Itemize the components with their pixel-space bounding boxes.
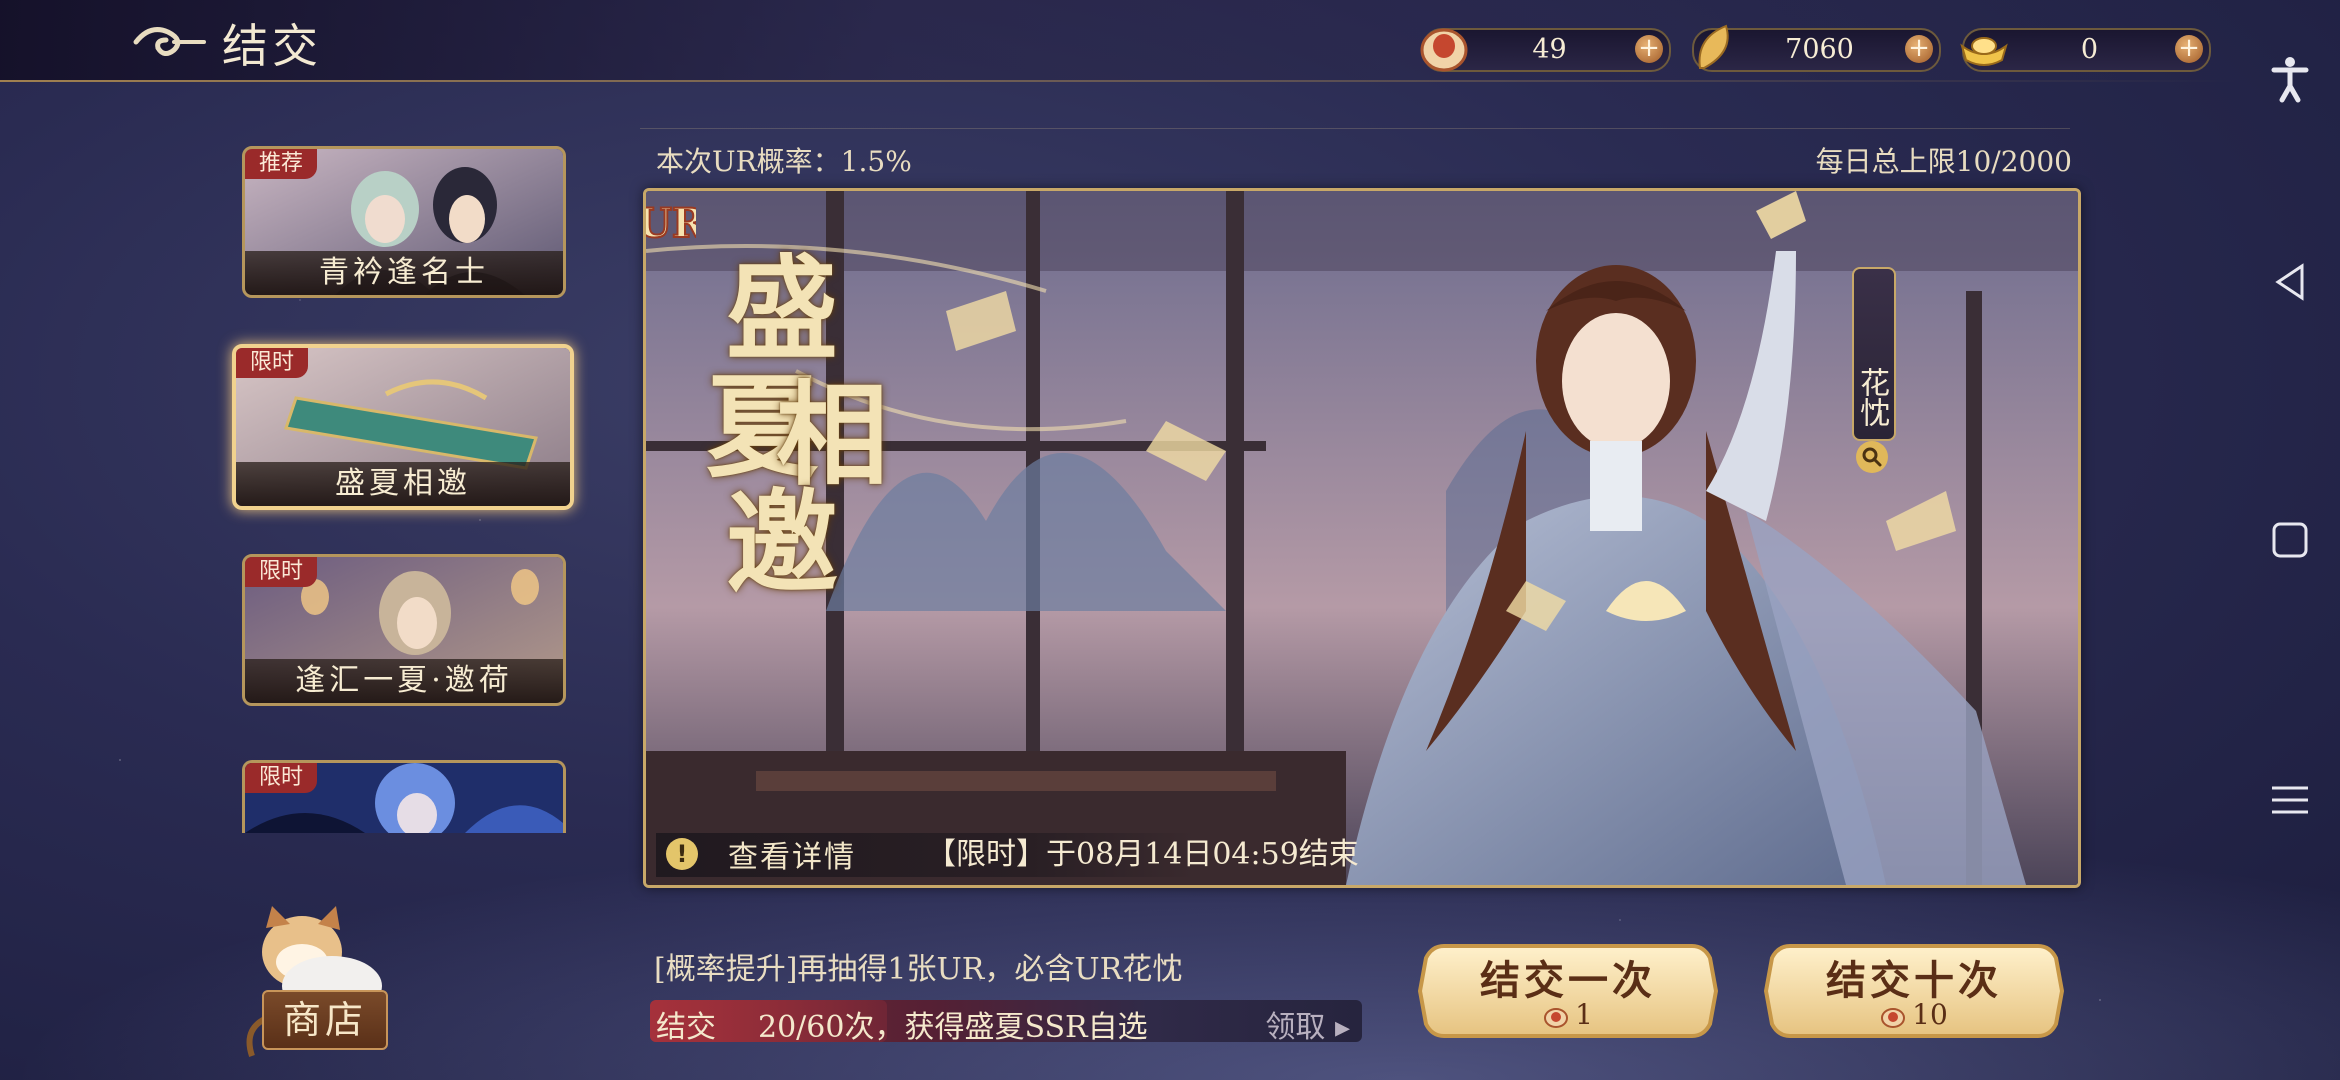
banner-label: 盛夏相邀 [236,462,570,506]
event-title: 盛 夏 相 邀 [706,244,926,609]
peach-token-icon [1420,28,1468,72]
daily-limit-text: 每日总上限10/2000 [1815,145,2072,178]
add-gold-leaf-button[interactable]: + [1905,35,1933,63]
system-nav-bar [2240,0,2340,1080]
ur-badge-text: UR [646,200,696,247]
claim-label: 领取 [1265,1010,1326,1045]
banner-limited-blue[interactable]: 限时 [242,760,566,833]
peach-token-icon [1881,1007,1906,1028]
pull-ten-button[interactable]: 结交十次 10 [1764,940,2064,1042]
banner-tag: 限时 [236,348,309,378]
currency-value: 49 [1532,34,1567,65]
page-title: 结交 [222,19,322,73]
info-exclamation-icon: ! [666,838,698,870]
character-name: 花忱 [1854,287,1890,427]
banner-label: 逢汇一夏·邀荷 [245,659,563,703]
banner-recommended[interactable]: 推荐 青衿逢名士 [242,146,566,298]
nav-menu-icon[interactable] [2262,772,2318,828]
accessibility-icon[interactable] [2262,50,2318,106]
currency-value: 7060 [1785,34,1854,65]
add-gold-ingot-button[interactable]: + [2175,35,2203,63]
info-divider [640,128,2070,129]
event-title-char: 邀 [726,478,838,609]
header-divider [0,80,2240,82]
pull-once-button[interactable]: 结交一次 1 [1418,940,1718,1042]
zoom-search-icon[interactable] [1856,441,1888,473]
ur-rate-text: 本次UR概率：1.5% [656,145,912,178]
currency-peach-token: 49 + [1420,28,1671,72]
pull-progress-bar: 结交 20/60次，获得盛夏SSR自选 领取 ▸ [650,1000,1362,1045]
currency-gold-ingot: 0 + [1960,28,2211,72]
pull-once-cost: 1 [1418,998,1718,1031]
nav-home-icon[interactable] [2262,512,2318,568]
banner-summer-lotus[interactable]: 限时 逢汇一夏·邀荷 [242,554,566,706]
gold-leaf-icon [1698,24,1729,69]
add-peach-token-button[interactable]: + [1635,35,1663,63]
nav-back-icon[interactable] [2262,254,2318,310]
pull-once-cost-value: 1 [1575,998,1593,1031]
shop-label: 商店 [262,990,388,1050]
event-art-panel: 盛 夏 相 邀 UR 花忱 ! 查看详情 【限时】于08月14日04:59结束 [643,188,2081,888]
view-details-label: 查看详情 [728,840,856,875]
currency-gold-leaf: 7060 + [1692,24,1941,72]
rate-up-text: [概率提升]再抽得1张UR，必含UR花忱 [654,952,1183,987]
progress-label: 结交 [656,1010,716,1045]
back-swirl-icon[interactable] [128,18,208,64]
ur-rarity-badge: UR [646,199,696,248]
banner-tag: 限时 [245,557,318,587]
currency-value: 0 [2080,34,2099,65]
banner-tag: 限时 [245,763,318,793]
view-details-button[interactable]: ! 查看详情 [666,833,856,875]
banner-tag: 推荐 [245,149,318,179]
banner-label: 青衿逢名士 [245,251,563,295]
pull-ten-cost-value: 10 [1912,998,1948,1031]
pull-ten-cost: 10 [1764,998,2064,1031]
event-title-char: 盛 [726,244,838,375]
peach-token-icon [1544,1007,1569,1028]
limited-time-text: 【限时】于08月14日04:59结束 [926,837,1359,872]
claim-reward-button[interactable]: 领取 ▸ [1265,1002,1350,1046]
banner-summer-invite[interactable]: 限时 盛夏相邀 [232,344,574,510]
play-arrow-icon: ▸ [1334,1010,1350,1045]
character-name-text: 花忱 [1854,367,1889,427]
gold-ingot-icon [1960,37,2008,66]
progress-text: 20/60次，获得盛夏SSR自选 [758,1010,1148,1045]
